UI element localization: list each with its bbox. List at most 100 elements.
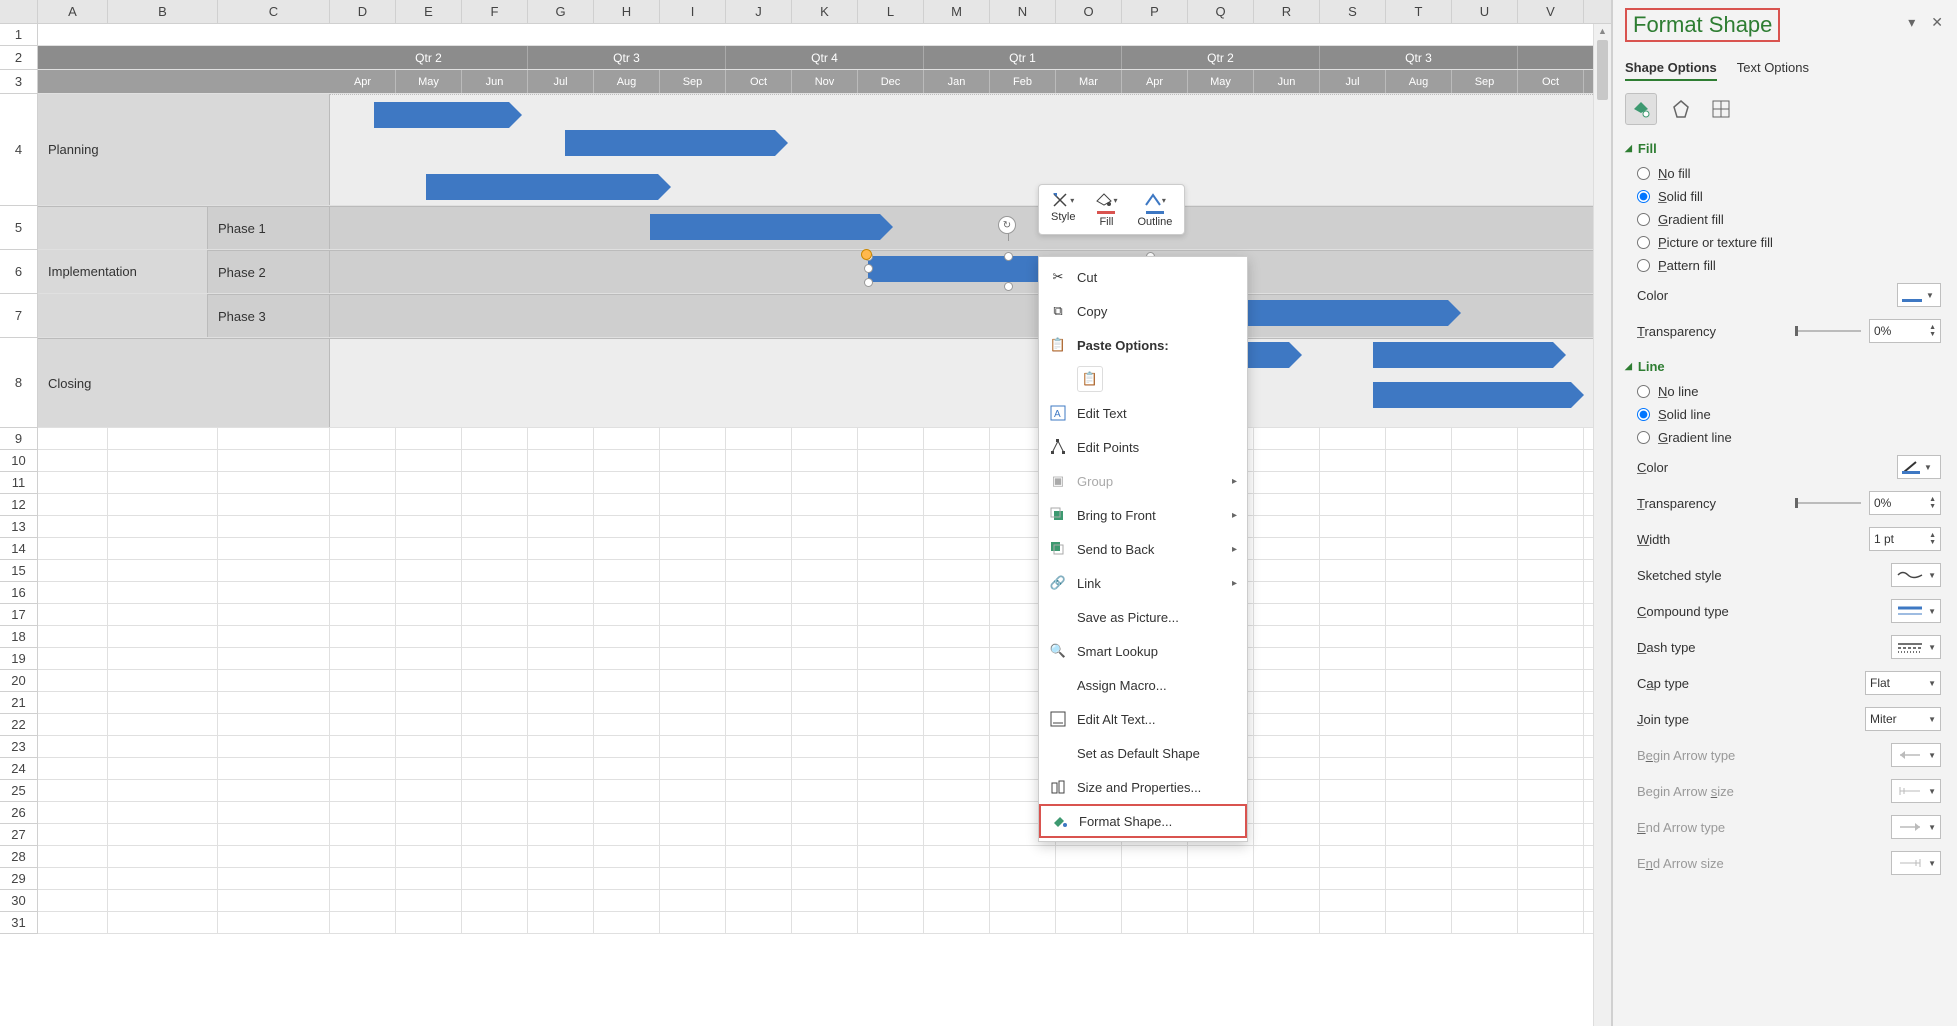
row-header-28[interactable]: 28 [0, 846, 38, 868]
row-header-31[interactable]: 31 [0, 912, 38, 934]
compound-type-dropdown[interactable]: ▼ [1891, 599, 1941, 623]
ctx-size-props[interactable]: Size and Properties... [1039, 770, 1247, 804]
fill-option[interactable]: No fill [1625, 166, 1945, 181]
column-header-H[interactable]: H [594, 0, 660, 23]
column-header-T[interactable]: T [1386, 0, 1452, 23]
row-header-21[interactable]: 21 [0, 692, 38, 714]
row-header-22[interactable]: 22 [0, 714, 38, 736]
row-header-18[interactable]: 18 [0, 626, 38, 648]
column-header-D[interactable]: D [330, 0, 396, 23]
column-header-M[interactable]: M [924, 0, 990, 23]
size-props-tab-icon[interactable] [1705, 93, 1737, 125]
row-header-30[interactable]: 30 [0, 890, 38, 912]
fill-line-tab-icon[interactable] [1625, 93, 1657, 125]
effects-tab-icon[interactable] [1665, 93, 1697, 125]
ctx-save-pic[interactable]: Save as Picture... [1039, 600, 1247, 634]
row-header-7[interactable]: 7 [0, 294, 38, 338]
column-header-V[interactable]: V [1518, 0, 1584, 23]
row-header-23[interactable]: 23 [0, 736, 38, 758]
row-header-26[interactable]: 26 [0, 802, 38, 824]
column-header-N[interactable]: N [990, 0, 1056, 23]
column-header-R[interactable]: R [1254, 0, 1320, 23]
column-header-S[interactable]: S [1320, 0, 1386, 23]
ctx-edit-points[interactable]: Edit Points [1039, 430, 1247, 464]
grid-cells[interactable]: Qtr 2Qtr 3Qtr 4Qtr 1Qtr 2Qtr 3 AprMayJun… [38, 24, 1611, 934]
row-header-24[interactable]: 24 [0, 758, 38, 780]
row-header-17[interactable]: 17 [0, 604, 38, 626]
ctx-smart-lookup[interactable]: 🔍Smart Lookup [1039, 634, 1247, 668]
mini-fill-button[interactable]: ▾ Fill [1089, 189, 1123, 230]
row-header-10[interactable]: 10 [0, 450, 38, 472]
join-type-dropdown[interactable]: Miter▼ [1865, 707, 1941, 731]
row-header-25[interactable]: 25 [0, 780, 38, 802]
line-option[interactable]: Gradient line [1625, 430, 1945, 445]
row-header-20[interactable]: 20 [0, 670, 38, 692]
fill-option[interactable]: Solid fill [1625, 189, 1945, 204]
panel-options-icon[interactable]: ▾ [1908, 14, 1915, 31]
line-transparency-input[interactable]: 0%▲▼ [1869, 491, 1941, 515]
column-header-B[interactable]: B [108, 0, 218, 23]
ctx-format-shape[interactable]: Format Shape... [1039, 804, 1247, 838]
column-header-I[interactable]: I [660, 0, 726, 23]
column-header-U[interactable]: U [1452, 0, 1518, 23]
row-header-11[interactable]: 11 [0, 472, 38, 494]
line-option[interactable]: Solid line [1625, 407, 1945, 422]
gantt-bar-planning-1[interactable] [374, 102, 509, 128]
row-header-8[interactable]: 8 [0, 338, 38, 428]
row-header-13[interactable]: 13 [0, 516, 38, 538]
section-line[interactable]: ◢Line [1625, 359, 1945, 374]
ctx-send-back[interactable]: Send to Back▸ [1039, 532, 1247, 566]
ctx-cut[interactable]: ✂Cut [1039, 260, 1247, 294]
row-header-4[interactable]: 4 [0, 94, 38, 206]
dash-type-dropdown[interactable]: ▼ [1891, 635, 1941, 659]
vertical-scrollbar[interactable]: ▲ [1593, 24, 1611, 1026]
ctx-bring-front[interactable]: Bring to Front▸ [1039, 498, 1247, 532]
fill-transparency-input[interactable]: 0%▲▼ [1869, 319, 1941, 343]
ctx-link[interactable]: 🔗Link▸ [1039, 566, 1247, 600]
gantt-bar-closing-3[interactable] [1373, 382, 1571, 408]
column-header-Q[interactable]: Q [1188, 0, 1254, 23]
fill-option[interactable]: Picture or texture fill [1625, 235, 1945, 250]
row-header-16[interactable]: 16 [0, 582, 38, 604]
column-header-K[interactable]: K [792, 0, 858, 23]
tab-text-options[interactable]: Text Options [1737, 60, 1809, 81]
row-header-15[interactable]: 15 [0, 560, 38, 582]
mini-style-button[interactable]: ▾ Style [1045, 189, 1081, 230]
cap-type-dropdown[interactable]: Flat▼ [1865, 671, 1941, 695]
column-header-F[interactable]: F [462, 0, 528, 23]
sketched-style-dropdown[interactable]: ▼ [1891, 563, 1941, 587]
row-header-3[interactable]: 3 [0, 70, 38, 94]
column-header-G[interactable]: G [528, 0, 594, 23]
select-all-corner[interactable] [0, 0, 38, 23]
ctx-assign-macro[interactable]: Assign Macro... [1039, 668, 1247, 702]
column-header-L[interactable]: L [858, 0, 924, 23]
gantt-bar-planning-3[interactable] [426, 174, 658, 200]
row-header-29[interactable]: 29 [0, 868, 38, 890]
column-header-O[interactable]: O [1056, 0, 1122, 23]
line-width-input[interactable]: 1 pt▲▼ [1869, 527, 1941, 551]
column-header-A[interactable]: A [38, 0, 108, 23]
ctx-edit-text[interactable]: AEdit Text [1039, 396, 1247, 430]
fill-option[interactable]: Pattern fill [1625, 258, 1945, 273]
row-header-1[interactable]: 1 [0, 24, 38, 46]
row-header-6[interactable]: 6 [0, 250, 38, 294]
column-header-J[interactable]: J [726, 0, 792, 23]
row-header-9[interactable]: 9 [0, 428, 38, 450]
ctx-default-shape[interactable]: Set as Default Shape [1039, 736, 1247, 770]
section-fill[interactable]: ◢Fill [1625, 141, 1945, 156]
mini-outline-button[interactable]: ▾ Outline [1131, 189, 1178, 230]
column-header-P[interactable]: P [1122, 0, 1188, 23]
row-header-14[interactable]: 14 [0, 538, 38, 560]
row-header-12[interactable]: 12 [0, 494, 38, 516]
tab-shape-options[interactable]: Shape Options [1625, 60, 1717, 81]
column-header-E[interactable]: E [396, 0, 462, 23]
row-header-27[interactable]: 27 [0, 824, 38, 846]
column-header-C[interactable]: C [218, 0, 330, 23]
line-option[interactable]: No line [1625, 384, 1945, 399]
ctx-copy[interactable]: ⧉Copy [1039, 294, 1247, 328]
gantt-bar-closing-2[interactable] [1373, 342, 1553, 368]
fill-color-dropdown[interactable]: ▼ [1897, 283, 1941, 307]
row-header-19[interactable]: 19 [0, 648, 38, 670]
ctx-alt-text[interactable]: Edit Alt Text... [1039, 702, 1247, 736]
rotate-handle[interactable]: ↻ [998, 216, 1016, 234]
